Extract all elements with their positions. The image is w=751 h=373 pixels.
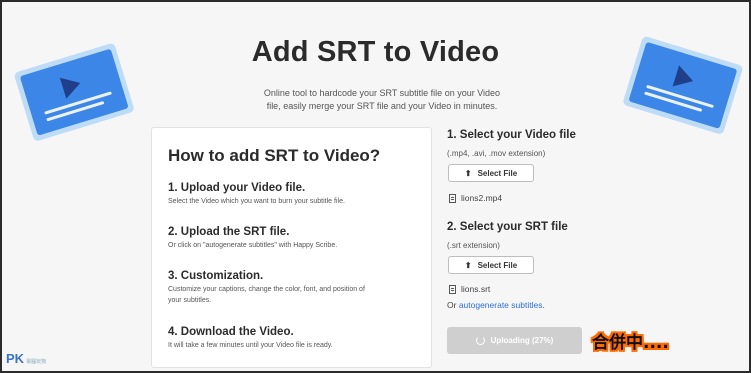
step-description: Select the Video which you want to burn … (168, 198, 345, 205)
srt-extensions: (.srt extension) (447, 241, 500, 250)
srt-file-name: lions.srt (461, 284, 491, 294)
step-title: 4. Download the Video. (168, 326, 294, 338)
select-video-button-label: Select File (477, 168, 518, 178)
step-title: 1. Upload your Video file. (168, 182, 306, 194)
step-description: Or click on "autogenerate subtitles" wit… (168, 242, 338, 249)
step-description: It will take a few minutes until your Vi… (168, 342, 333, 349)
upload-arrow-icon: ⬆ (464, 260, 472, 270)
upload-arrow-icon: ⬆ (464, 168, 472, 178)
select-srt-button-label: Select File (477, 260, 518, 270)
howto-card: How to add SRT to Video? 1. Upload your … (151, 127, 432, 368)
step-description: Customize your captions, change the colo… (168, 286, 365, 293)
merging-annotation: 合併中.... (592, 333, 669, 353)
spinner-icon (475, 336, 485, 345)
watermark-small-text: 電腦玩物 (26, 359, 47, 365)
or-text: Or (447, 300, 459, 310)
page: Add SRT to Video Online tool to hardcode… (0, 0, 751, 373)
howto-step-1: 1. Upload your Video file. Select the Vi… (168, 182, 423, 207)
page-subtitle: Online tool to hardcode your SRT subtitl… (242, 87, 522, 113)
video-file-item: lions2.mp4 (449, 193, 502, 203)
watermark-text: PK (6, 351, 25, 366)
step-description-line-2: your subtitles. (168, 297, 212, 304)
howto-step-4: 4. Download the Video. It will take a fe… (168, 326, 423, 351)
autogenerate-line: Or autogenerate subtitles. (447, 300, 545, 310)
page-title: Add SRT to Video (251, 36, 500, 68)
howto-heading: How to add SRT to Video? (168, 146, 381, 165)
video-file-name: lions2.mp4 (461, 193, 503, 203)
video-section-heading: 1. Select your Video file (447, 129, 576, 141)
step-title: 3. Customization. (168, 270, 264, 282)
uploading-button[interactable]: Uploading (27%) (447, 327, 582, 354)
file-icon (449, 193, 456, 203)
howto-step-2: 2. Upload the SRT file. Or click on "aut… (168, 226, 423, 251)
select-srt-button[interactable]: ⬆ Select File (448, 256, 534, 274)
watermark-logo: PK 電腦玩物 (6, 351, 46, 366)
srt-section-heading: 2. Select your SRT file (447, 221, 568, 233)
video-extensions: (.mp4, .avi, .mov extension) (447, 149, 546, 158)
srt-file-item: lions.srt (449, 284, 490, 294)
file-icon (449, 284, 456, 294)
subtitle-line-2: file, easily merge your SRT file and you… (266, 101, 498, 111)
subtitle-line-1: Online tool to hardcode your SRT subtitl… (263, 88, 501, 98)
select-video-button[interactable]: ⬆ Select File (448, 164, 534, 182)
step-title: 2. Upload the SRT file. (168, 226, 290, 238)
autogenerate-subtitles-link[interactable]: autogenerate subtitles (459, 300, 543, 310)
howto-step-3: 3. Customization. Customize your caption… (168, 270, 423, 306)
period: . (542, 300, 545, 310)
uploading-label: Uploading (27%) (490, 336, 554, 345)
